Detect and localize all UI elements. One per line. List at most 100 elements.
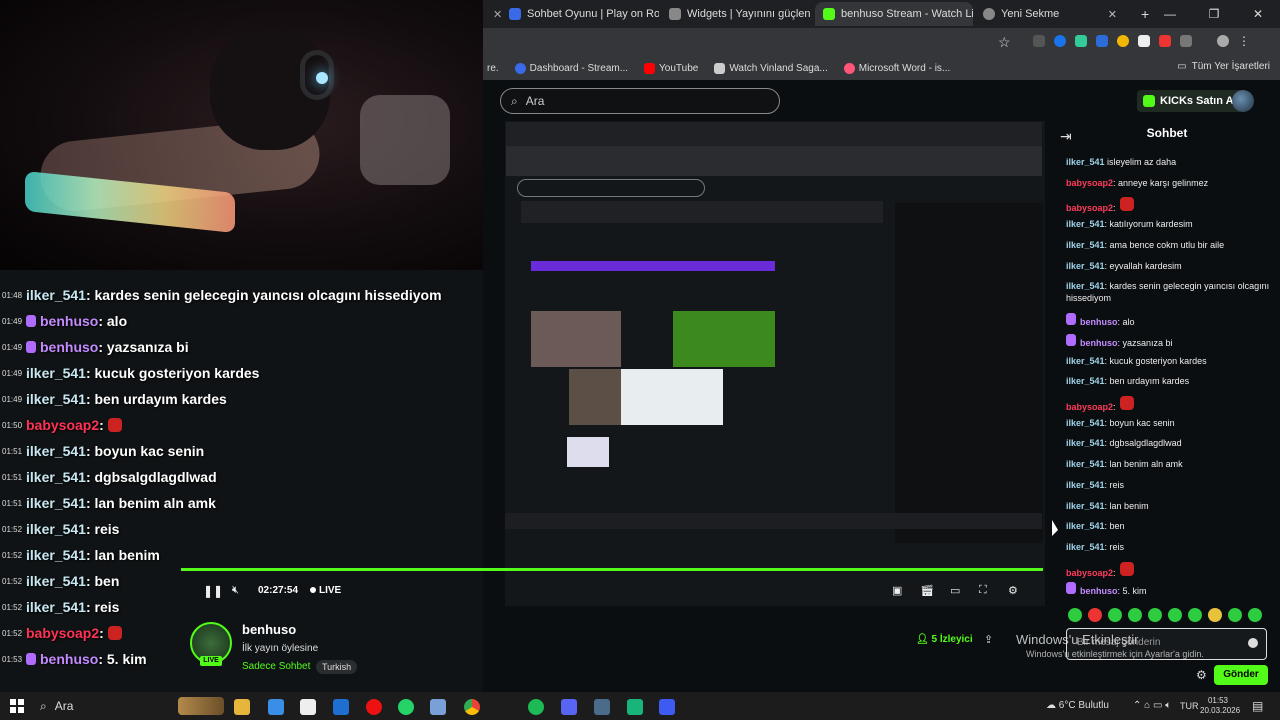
emote-icon[interactable] xyxy=(1228,608,1242,622)
progress-bar[interactable] xyxy=(181,568,1043,571)
close-icon[interactable]: ✕ xyxy=(1108,8,1117,21)
puzzle-icon[interactable] xyxy=(1180,35,1192,47)
emote-icon[interactable] xyxy=(1108,608,1122,622)
store-icon[interactable] xyxy=(300,699,316,715)
tab-kick-stream[interactable]: benhuso Stream - Watch Live o ✕ xyxy=(815,2,973,26)
chat-username[interactable]: ilker_541 xyxy=(1066,438,1105,448)
emote-icon[interactable] xyxy=(1128,608,1142,622)
gear-icon[interactable]: ⚙ xyxy=(1196,668,1207,682)
extension-icon[interactable] xyxy=(1117,35,1129,47)
mute-icon[interactable]: 🔇︎ xyxy=(232,584,239,597)
chat-username[interactable]: ilker_541 xyxy=(1066,157,1105,167)
address-bar[interactable]: ☆ ⋮ xyxy=(483,28,1280,56)
language-tag[interactable]: Turkish xyxy=(316,660,358,674)
discord-icon[interactable] xyxy=(561,699,577,715)
bookmark-vinland[interactable]: Watch Vinland Saga... xyxy=(714,62,828,74)
tab-roblox[interactable]: Sohbet Oyunu | Play on Roblox ✕ xyxy=(501,2,659,26)
app-icon[interactable] xyxy=(627,699,643,715)
star-icon[interactable]: ☆ xyxy=(998,34,1011,51)
emote-icon[interactable] xyxy=(1148,608,1162,622)
minimize-icon[interactable]: — xyxy=(1148,0,1192,28)
emote-icon[interactable] xyxy=(1068,608,1082,622)
all-bookmarks[interactable]: ▭ Tüm Yer İşaretleri xyxy=(1177,61,1270,72)
whatsapp-icon[interactable] xyxy=(398,699,414,715)
chat-username[interactable]: babysoap2 xyxy=(1066,568,1113,578)
spotify-icon[interactable] xyxy=(528,699,544,715)
bookmark-youtube[interactable]: YouTube xyxy=(644,62,698,74)
avatar[interactable] xyxy=(1232,90,1254,112)
chat-username[interactable]: ilker_541 xyxy=(1066,261,1105,271)
chat-username[interactable]: benhuso xyxy=(1080,338,1118,348)
chat-username[interactable]: ilker_541 xyxy=(1066,356,1105,366)
broadcaster-badge-icon xyxy=(1066,333,1076,346)
windows-start-icon[interactable] xyxy=(10,699,24,713)
tab-scroll-left[interactable]: ✕ xyxy=(485,2,501,26)
app-icon[interactable] xyxy=(430,699,446,715)
video-player[interactable] xyxy=(505,121,1045,606)
chat-username[interactable]: ilker_541 xyxy=(1066,542,1105,552)
app-icon[interactable] xyxy=(268,699,284,715)
settings-icon[interactable]: ⚙ xyxy=(1008,584,1018,597)
tab-new-tab[interactable]: Yeni Sekme ✕ xyxy=(975,2,1125,26)
tab-label: Yeni Sekme xyxy=(1001,8,1060,20)
emote-icon[interactable] xyxy=(1208,608,1222,622)
clock[interactable]: 01:53 20.03.2026 xyxy=(1200,696,1240,716)
chat-username[interactable]: ilker_541 xyxy=(1066,521,1105,531)
restore-icon[interactable]: ❐ xyxy=(1192,0,1236,28)
buy-kicks-button[interactable]: KICKs Satın Al xyxy=(1137,90,1243,112)
pip-icon[interactable]: ▣ xyxy=(892,584,902,597)
pause-icon[interactable]: ❚❚ xyxy=(203,584,223,598)
close-window-icon[interactable]: ✕ xyxy=(1236,0,1280,28)
extension-icon[interactable] xyxy=(1054,35,1066,47)
streamer-name[interactable]: benhuso xyxy=(242,622,296,637)
chat-username[interactable]: ilker_541 xyxy=(1066,418,1105,428)
tab-widgets[interactable]: Widgets | Yayınını güçlendirme ✕ xyxy=(661,2,811,26)
search-input[interactable]: ⌕ Ara xyxy=(500,88,780,114)
chrome-icon[interactable] xyxy=(464,699,480,715)
extension-icon[interactable] xyxy=(1159,35,1171,47)
bookmark-word[interactable]: Microsoft Word - is... xyxy=(843,62,950,74)
fullscreen-icon[interactable]: ⛶ xyxy=(979,584,987,597)
emote-icon[interactable] xyxy=(1088,608,1102,622)
theater-icon[interactable]: ▭ xyxy=(950,584,960,597)
app-icon[interactable] xyxy=(594,699,610,715)
extension-icon[interactable] xyxy=(1033,35,1045,47)
chat-username[interactable]: benhuso xyxy=(1080,317,1118,327)
emote-icon[interactable] xyxy=(1248,608,1262,622)
profile-icon[interactable] xyxy=(1217,35,1229,47)
chat-username[interactable]: ilker_541 xyxy=(1066,281,1105,291)
system-tray[interactable]: ⌃ ⌂ ▭ 🔈︎ xyxy=(1133,700,1171,711)
extension-icon[interactable] xyxy=(1075,35,1087,47)
menu-icon[interactable]: ⋮ xyxy=(1238,35,1250,47)
overlay-chat-row: 01:51 ilker_541: boyun kac senin xyxy=(2,438,204,464)
chat-username[interactable]: ilker_541 xyxy=(1066,501,1105,511)
notification-icon[interactable]: ▤ xyxy=(1252,699,1263,713)
chat-username[interactable]: ilker_541 xyxy=(1066,480,1105,490)
clip-icon[interactable]: 🎬︎ xyxy=(920,584,934,597)
bookmark-overflow[interactable]: re. xyxy=(487,63,499,74)
extension-icon[interactable] xyxy=(1096,35,1108,47)
taskbar-search[interactable]: ⌕ Ara xyxy=(34,694,224,718)
send-button[interactable]: Gönder xyxy=(1214,665,1268,685)
app-icon[interactable] xyxy=(659,699,675,715)
chat-username[interactable]: benhuso xyxy=(1080,586,1118,596)
language-indicator[interactable]: TUR xyxy=(1180,701,1199,711)
outlook-icon[interactable] xyxy=(333,699,349,715)
chat-username[interactable]: ilker_541 xyxy=(1066,459,1105,469)
chat-username[interactable]: babysoap2 xyxy=(1066,203,1113,213)
chat-username[interactable]: ilker_541 xyxy=(1066,219,1105,229)
emote-icon[interactable] xyxy=(1168,608,1182,622)
chat-username[interactable]: babysoap2 xyxy=(1066,402,1113,412)
weather[interactable]: ☁ 6°C Bulutlu xyxy=(1046,700,1109,711)
bookmark-dashboard[interactable]: Dashboard - Stream... xyxy=(514,62,628,74)
emote-icon[interactable] xyxy=(1188,608,1202,622)
opera-icon[interactable] xyxy=(366,699,382,715)
chat-username[interactable]: babysoap2 xyxy=(1066,178,1113,188)
file-explorer-icon[interactable] xyxy=(234,699,250,715)
emoji-picker-icon[interactable] xyxy=(1248,638,1258,648)
chat-username[interactable]: ilker_541 xyxy=(1066,376,1105,386)
category-link[interactable]: Sadece Sohbet xyxy=(242,661,310,672)
share-icon[interactable]: ⇪ xyxy=(984,633,993,646)
extension-icon[interactable] xyxy=(1138,35,1150,47)
chat-username[interactable]: ilker_541 xyxy=(1066,240,1105,250)
